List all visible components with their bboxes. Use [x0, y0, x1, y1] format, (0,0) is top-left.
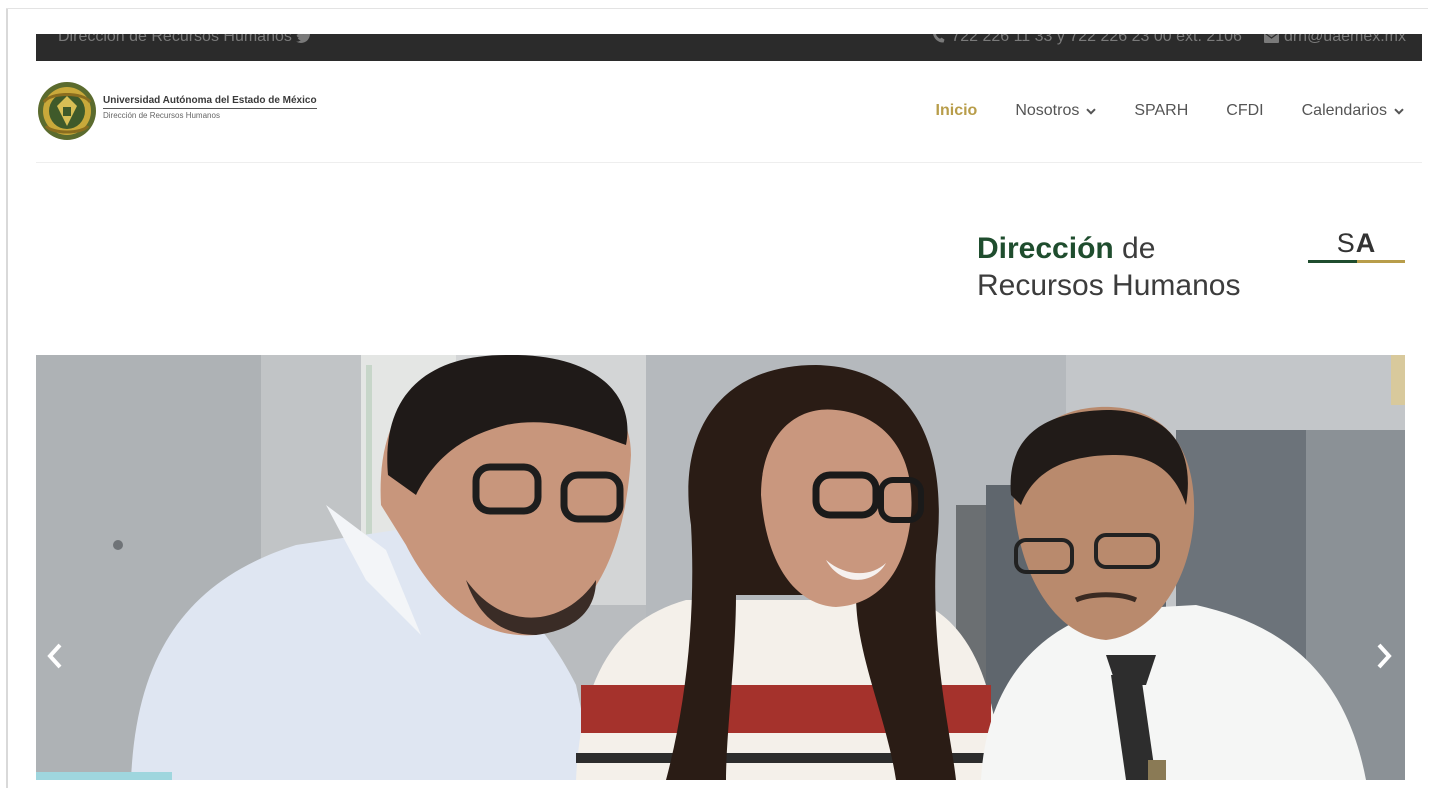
sa-mark-regular: S	[1336, 228, 1356, 258]
twitter-icon[interactable]	[295, 34, 312, 44]
phone-icon	[932, 34, 946, 44]
hero-carousel[interactable]	[36, 355, 1405, 780]
topbar-email[interactable]: drh@uaemex.mx	[1263, 34, 1406, 46]
window-frame-top	[6, 8, 1428, 9]
nav-item-label: CFDI	[1226, 102, 1264, 119]
nav-item-inicio[interactable]: Inicio	[936, 102, 978, 120]
carousel-caption-tab	[36, 772, 172, 780]
hero-photo	[36, 355, 1405, 780]
topbar-org-name: Dirección de Recursos Humanos	[58, 34, 292, 45]
carousel-prev-button[interactable]	[44, 641, 68, 671]
site-logo[interactable]: Universidad Autónoma del Estado de Méxic…	[36, 80, 317, 142]
site-header: Universidad Autónoma del Estado de Méxic…	[36, 62, 1422, 163]
sa-mark-bold: A	[1355, 228, 1377, 258]
logo-title: Universidad Autónoma del Estado de Méxic…	[103, 95, 317, 109]
brand-line-2: Recursos Humanos	[977, 269, 1241, 302]
top-info-bar: Dirección de Recursos Humanos 722 226 11…	[36, 34, 1422, 61]
chevron-right-icon	[1377, 643, 1392, 669]
window-frame-left	[6, 8, 8, 788]
nav-item-cfdi[interactable]: CFDI	[1226, 102, 1263, 120]
brand-accent-word: Dirección	[977, 232, 1114, 265]
nav-item-sparh[interactable]: SPARH	[1134, 102, 1188, 120]
chevron-left-icon	[47, 643, 62, 669]
envelope-icon	[1263, 34, 1279, 43]
nav-item-label: Calendarios	[1301, 102, 1387, 119]
sa-mark-underline	[1308, 260, 1405, 263]
nav-item-label: Inicio	[935, 102, 978, 119]
nav-item-calendarios[interactable]: Calendarios	[1302, 102, 1404, 120]
department-brand: Dirección de Recursos Humanos	[977, 230, 1240, 304]
chevron-down-icon	[1394, 107, 1404, 115]
topbar-phone[interactable]: 722 226 11 33 y 722 226 23 00 ext. 2106	[932, 34, 1242, 46]
carousel-next-button[interactable]	[1371, 641, 1395, 671]
sa-mark: SA	[1308, 228, 1405, 263]
logo-subtitle: Dirección de Recursos Humanos	[103, 110, 220, 120]
topbar-contact: 722 226 11 33 y 722 226 23 00 ext. 2106 …	[932, 34, 1406, 46]
topbar-email-text: drh@uaemex.mx	[1283, 34, 1406, 45]
nav-item-label: Nosotros	[1015, 102, 1080, 119]
topbar-phone-text: 722 226 11 33 y 722 226 23 00 ext. 2106	[951, 34, 1242, 45]
university-seal-icon	[38, 82, 96, 140]
brand-line-1: Dirección de	[977, 230, 1240, 267]
browser-screenshot: Dirección de Recursos Humanos 722 226 11…	[0, 0, 1435, 800]
brand-line-1-rest: de	[1113, 232, 1156, 265]
main-navigation: Inicio Nosotros SPARH CFDI Calendarios	[936, 102, 1404, 120]
topbar-org: Dirección de Recursos Humanos	[58, 34, 312, 46]
nav-item-nosotros[interactable]: Nosotros	[1015, 102, 1097, 120]
nav-item-label: SPARH	[1134, 102, 1189, 119]
chevron-down-icon	[1086, 107, 1097, 115]
